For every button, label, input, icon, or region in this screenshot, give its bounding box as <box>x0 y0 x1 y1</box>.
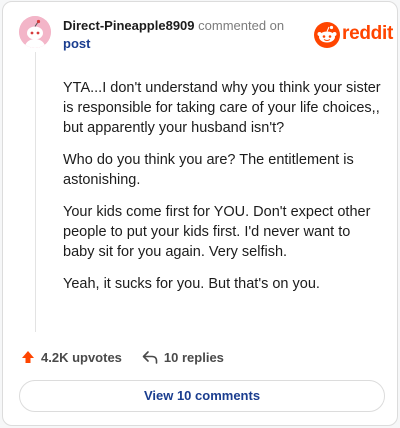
comment-paragraph: Who do you think you are? The entitlemen… <box>63 152 354 188</box>
reply-arrow-icon[interactable] <box>142 350 158 364</box>
comment-author-line: Direct-Pineapple8909 commented on <box>63 18 284 33</box>
author-name[interactable]: Direct-Pineapple8909 <box>63 18 195 33</box>
reddit-logo-icon[interactable] <box>314 22 340 48</box>
commented-on-text: commented on <box>198 18 285 33</box>
comment-actions: 4.2K upvotes 10 replies <box>21 347 224 367</box>
thread-line <box>35 52 36 332</box>
snoo-avatar-icon <box>19 16 51 48</box>
view-comments-button[interactable]: View 10 comments <box>19 380 385 412</box>
comment-paragraph: Yeah, it sucks for you. But that's on yo… <box>63 276 320 292</box>
reply-count: 10 replies <box>163 349 224 365</box>
comment-paragraph: YTA...I don't understand why you think y… <box>63 80 381 136</box>
upvote-count: 4.2K upvotes <box>41 349 122 365</box>
user-avatar[interactable] <box>19 16 51 48</box>
comment-card: Direct-Pineapple8909 commented on post r… <box>2 1 398 426</box>
comment-paragraph: Your kids come first for YOU. Don't expe… <box>63 204 371 260</box>
post-link[interactable]: post <box>63 36 90 51</box>
comment-body: YTA...I don't understand why you think y… <box>63 78 383 306</box>
upvote-arrow-icon[interactable] <box>21 350 35 364</box>
reddit-wordmark: reddit <box>342 23 393 44</box>
